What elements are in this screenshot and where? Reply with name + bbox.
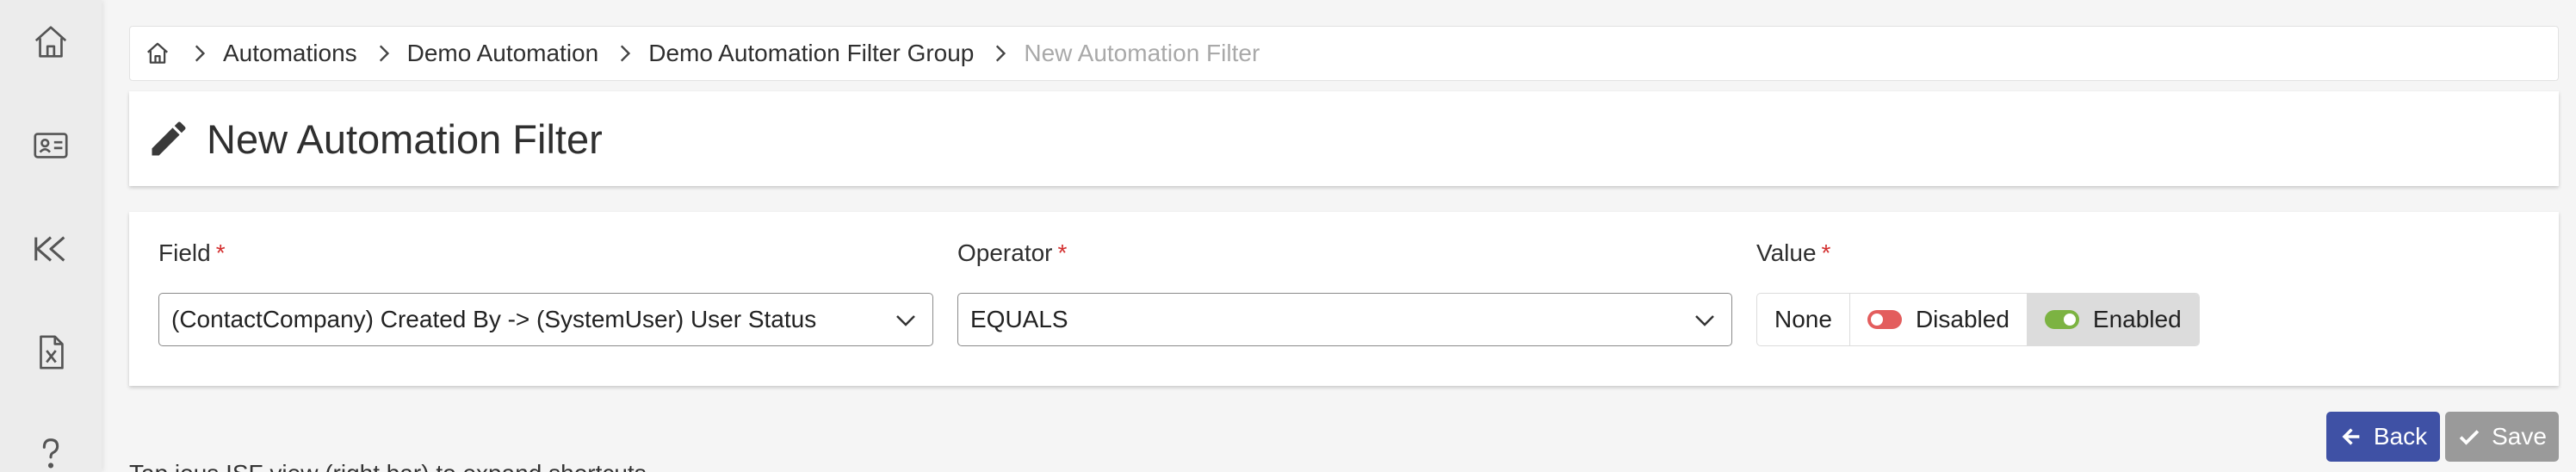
pencil-icon — [146, 116, 191, 161]
required-mark: * — [1821, 239, 1831, 266]
help-icon[interactable] — [29, 432, 72, 472]
breadcrumb-item-automations[interactable]: Automations — [223, 40, 357, 67]
breadcrumb-current: New Automation Filter — [1024, 40, 1260, 66]
contact-card-icon[interactable] — [29, 124, 72, 167]
breadcrumb-item-demo-automation[interactable]: Demo Automation — [407, 40, 599, 67]
value-label: Value * — [1756, 239, 1831, 266]
value-option-none[interactable]: None — [1757, 294, 1850, 345]
chevron-down-icon — [893, 307, 919, 333]
value-option-disabled[interactable]: Disabled — [1850, 294, 2028, 345]
rewind-icon[interactable] — [29, 227, 72, 270]
chevron-right-icon — [371, 41, 395, 65]
arrow-left-icon — [2342, 428, 2360, 445]
home-icon[interactable] — [29, 21, 72, 64]
chevron-right-icon — [988, 41, 1012, 65]
field-select[interactable]: (ContactCompany) Created By -> (SystemUs… — [158, 293, 933, 346]
operator-select[interactable]: EQUALS — [957, 293, 1732, 346]
sidebar — [0, 0, 102, 472]
page-title: New Automation Filter — [207, 115, 603, 162]
check-icon — [2459, 430, 2480, 445]
operator-label: Operator * — [957, 239, 1068, 266]
required-mark: * — [215, 239, 226, 266]
save-button[interactable]: Save — [2445, 412, 2559, 462]
breadcrumb-item-filter-group[interactable]: Demo Automation Filter Group — [648, 40, 974, 67]
value-group: Value * — [1756, 238, 1830, 269]
value-toggle-group: None Disabled Enabled — [1756, 293, 2200, 346]
toggle-off-icon — [1867, 310, 1902, 329]
value-option-enabled[interactable]: Enabled — [2027, 294, 2199, 345]
toggle-on-icon — [2044, 310, 2079, 329]
excel-file-icon[interactable] — [29, 331, 72, 374]
title-card: New Automation Filter — [129, 91, 2559, 186]
hint-text: Tap ious ISF view (right bar) to expand … — [129, 460, 647, 472]
filter-form: Field * (ContactCompany) Created By -> (S… — [129, 212, 2559, 386]
chevron-right-icon — [187, 41, 211, 65]
required-mark: * — [1057, 239, 1068, 266]
chevron-down-icon — [1692, 307, 1718, 333]
operator-group: Operator * — [957, 238, 1067, 269]
home-icon[interactable] — [142, 38, 173, 69]
field-select-value: (ContactCompany) Created By -> (SystemUs… — [171, 306, 817, 332]
back-button[interactable]: Back — [2326, 412, 2440, 462]
chevron-right-icon — [612, 41, 636, 65]
field-label: Field * — [158, 239, 226, 266]
operator-select-value: EQUALS — [970, 306, 1068, 332]
field-group: Field * — [158, 238, 226, 269]
breadcrumb: Automations Demo Automation Demo Automat… — [129, 26, 2559, 81]
